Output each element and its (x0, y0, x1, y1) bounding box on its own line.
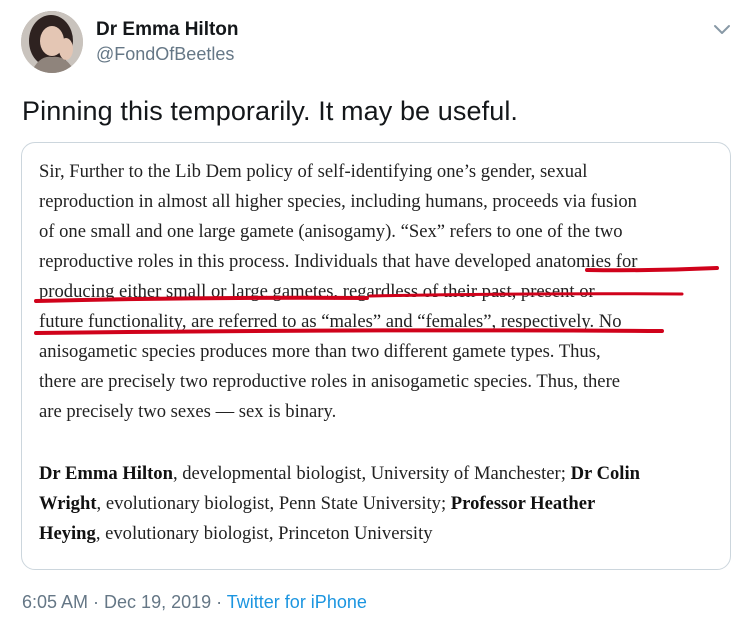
tweet-source-link[interactable]: Twitter for iPhone (227, 592, 367, 612)
tweet-date[interactable]: Dec 19, 2019 (104, 592, 211, 612)
signatory-role: , evolutionary biologist, Princeton Univ… (95, 523, 433, 544)
letter-line: anisogametic species produces more than … (39, 341, 601, 362)
letter-line: reproductive roles in this process. Indi… (39, 251, 638, 272)
letter-line: Sir, Further to the Lib Dem policy of se… (39, 161, 588, 182)
signatory-name: Professor Heather (450, 493, 596, 514)
signatory-name: Dr Colin (570, 463, 640, 484)
avatar[interactable] (21, 11, 83, 73)
chevron-down-icon[interactable] (710, 18, 734, 42)
signatory-name: Wright (39, 493, 97, 514)
tweet-image[interactable]: Sir, Further to the Lib Dem policy of se… (21, 142, 731, 570)
author-handle[interactable]: @FondOfBeetles (96, 44, 234, 65)
signatory-role: , evolutionary biologist, Penn State Uni… (96, 493, 451, 514)
letter-line: producing either small or large gametes,… (39, 281, 595, 302)
tweet-header: Dr Emma Hilton @FondOfBeetles (0, 0, 750, 90)
tweet-time[interactable]: 6:05 AM (22, 592, 88, 612)
author-display-name[interactable]: Dr Emma Hilton (96, 19, 239, 41)
tweet-meta: 6:05 AM · Dec 19, 2019 · Twitter for iPh… (22, 592, 367, 613)
signatories: Dr Emma Hilton, developmental biologist,… (39, 459, 719, 549)
letter-text: Sir, Further to the Lib Dem policy of se… (39, 157, 719, 427)
avatar-image (21, 11, 83, 73)
letter-line: of one small and one large gamete (aniso… (39, 221, 623, 242)
signatory-name: Heying (39, 523, 96, 544)
letter-line: future functionality, are referred to as… (39, 311, 622, 332)
signatory-name: Dr Emma Hilton (39, 463, 173, 484)
meta-separator: · (211, 592, 227, 612)
letter-line: reproduction in almost all higher specie… (39, 191, 637, 212)
tweet-text: Pinning this temporarily. It may be usef… (22, 96, 519, 126)
meta-separator: · (88, 592, 105, 612)
letter-line: are precisely two sexes — sex is binary. (39, 401, 337, 422)
signatory-role: , developmental biologist, University of… (172, 463, 571, 484)
letter-line: there are precisely two reproductive rol… (39, 371, 621, 392)
